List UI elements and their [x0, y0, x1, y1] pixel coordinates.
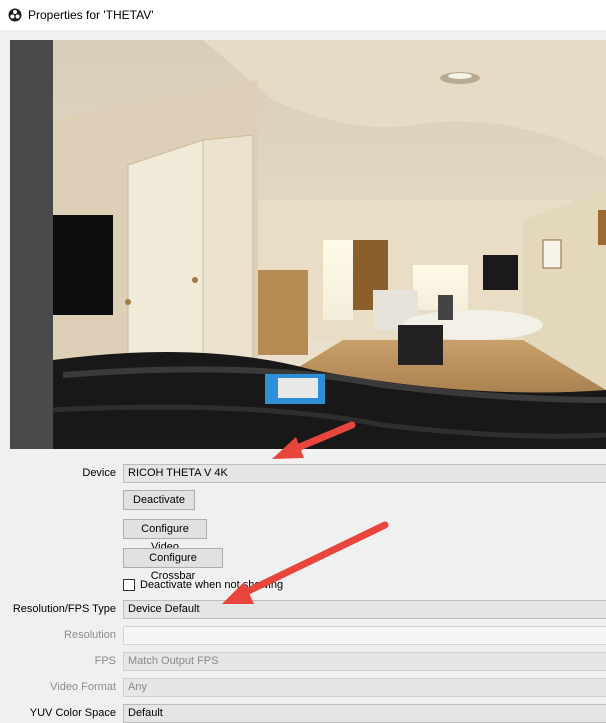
yuv-color-space-label: YUV Color Space	[29, 707, 116, 719]
video-format-label: Video Format	[50, 681, 116, 693]
title-bar: Properties for 'THETAV'	[0, 0, 606, 30]
resolution-label: Resolution	[64, 629, 116, 641]
deactivate-button[interactable]: Deactivate	[123, 490, 195, 510]
resolution-input	[123, 626, 606, 645]
configure-video-button[interactable]: Configure Video	[123, 519, 207, 553]
window-title: Properties for 'THETAV'	[28, 8, 154, 22]
video-format-dropdown: Any	[123, 678, 606, 697]
video-preview	[10, 40, 606, 449]
obs-icon	[8, 8, 22, 22]
device-dropdown[interactable]: RICOH THETA V 4K	[123, 464, 606, 483]
configure-crossbar-button[interactable]: Configure Crossbar	[123, 548, 223, 582]
fps-label: FPS	[94, 655, 116, 667]
resolution-fps-type-label: Resolution/FPS Type	[12, 603, 116, 615]
deactivate-when-not-showing-checkbox[interactable]	[123, 579, 135, 591]
deactivate-when-not-showing-option[interactable]: Deactivate when not showing	[123, 577, 283, 593]
device-label: Device	[82, 467, 116, 479]
fps-dropdown: Match Output FPS	[123, 652, 606, 671]
deactivate-when-not-showing-label: Deactivate when not showing	[140, 579, 284, 591]
camera-preview-image	[53, 40, 606, 449]
resolution-fps-type-dropdown[interactable]: Device Default	[123, 600, 606, 619]
yuv-color-space-dropdown[interactable]: Default	[123, 704, 606, 723]
